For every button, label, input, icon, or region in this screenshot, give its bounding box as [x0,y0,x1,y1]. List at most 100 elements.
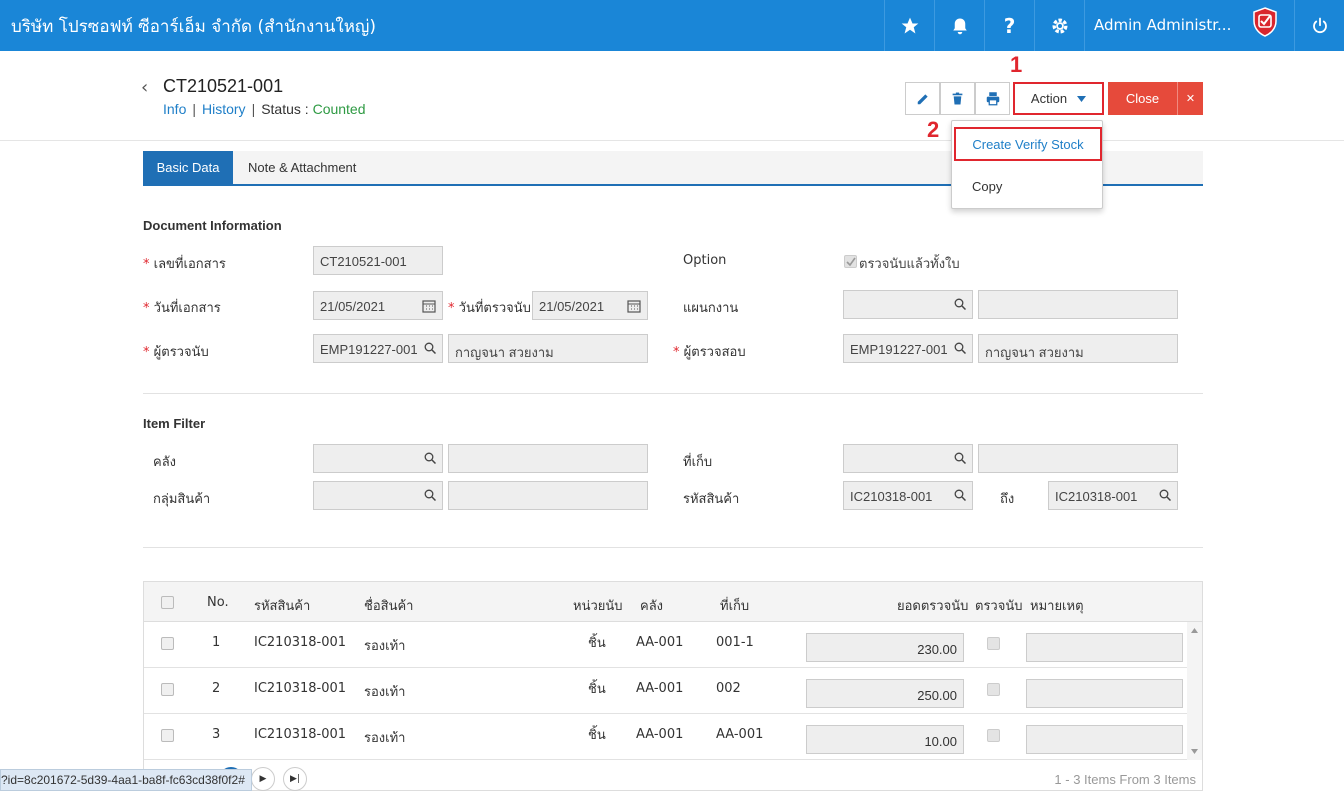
checker-code-field[interactable]: EMP191227-001 [843,334,973,363]
warehouse-name-field[interactable] [448,444,648,473]
menu-item-create-verify-stock[interactable]: Create Verify Stock [954,127,1102,161]
close-x-button[interactable]: ✕ [1177,82,1203,115]
star-icon [901,17,918,33]
product-from-field[interactable]: IC210318-001 [843,481,973,510]
header-links: Info | History | Status : Counted [163,101,366,117]
scroll-down-icon [1191,749,1198,754]
status-label: Status [261,101,301,117]
product-to-field[interactable]: IC210318-001 [1048,481,1178,510]
close-icon: ✕ [1185,92,1196,105]
row-checkbox[interactable] [161,683,174,696]
counted-checkbox[interactable] [987,729,1000,742]
calendar-icon [422,300,436,313]
search-icon [954,489,966,501]
search-icon [424,452,436,464]
help-button[interactable]: ? [984,0,1034,51]
table-row: 3 IC210318-001 รองเท้า ชิ้น AA-001 AA-00… [144,714,1187,760]
product-group-code-field[interactable] [313,481,443,510]
col-warehouse: คลัง [640,599,664,614]
count-input[interactable]: 250.00 [806,679,964,708]
col-count: ยอดตรวจนับ [897,599,969,614]
count-input[interactable]: 10.00 [806,725,964,754]
settings-button[interactable] [1034,0,1084,51]
table-row: 1 IC210318-001 รองเท้า ชิ้น AA-001 001-1… [144,622,1187,668]
section-item-filter: Item Filter [143,416,206,431]
product-group-label: กลุ่มสินค้า [153,492,211,507]
col-code: รหัสสินค้า [254,599,311,614]
trash-icon [952,92,963,105]
row-checkbox[interactable] [161,729,174,742]
counter-code-field[interactable]: EMP191227-001 [313,334,443,363]
search-icon [424,342,436,354]
counter-name-field[interactable]: กาญจนา สวยงาม [448,334,648,363]
count-input[interactable]: 230.00 [806,633,964,662]
remark-input[interactable] [1026,679,1183,708]
col-unit: หน่วยนับ [573,599,623,614]
location-name-field[interactable] [978,444,1178,473]
checker-label: * ผู้ตรวจสอบ [673,345,746,360]
col-name: ชื่อสินค้า [364,599,414,614]
history-link[interactable]: History [202,101,246,117]
scroll-up-icon [1191,628,1198,633]
page-title: CT210521-001 [163,76,284,96]
search-icon [1159,489,1171,501]
col-remark: หมายเหตุ [1030,599,1084,614]
delete-button[interactable] [940,82,975,115]
grid-footer-info: 1 - 3 Items From 3 Items [1054,772,1196,787]
close-button[interactable]: Close [1108,82,1177,115]
tab-note-attachment[interactable]: Note & Attachment [248,160,356,175]
checker-name-field[interactable]: กาญจนา สวยงาม [978,334,1178,363]
doc-date-label: * วันที่เอกสาร [143,301,221,316]
divider [143,393,1203,394]
counted-checkbox[interactable] [987,637,1000,650]
gear-icon [1052,18,1067,33]
notifications-button[interactable] [934,0,984,51]
skip-end-icon: ▶| [290,774,300,784]
doc-date-field[interactable]: 21/05/2021 [313,291,443,320]
option-checkbox-label: ตรวจนับแล้วทั้งใบ [859,257,960,272]
search-icon [954,342,966,354]
doc-no-field[interactable]: CT210521-001 [313,246,443,275]
col-no: No. [207,595,229,610]
counted-checkbox[interactable] [987,683,1000,696]
department-name-field[interactable] [978,290,1178,319]
action-button[interactable]: Action [1013,82,1104,115]
product-group-name-field[interactable] [448,481,648,510]
table-row: 2 IC210318-001 รองเท้า ชิ้น AA-001 002 2… [144,668,1187,714]
info-link[interactable]: Info [163,101,186,117]
product-code-label: รหัสสินค้า [683,492,740,507]
items-grid: No. รหัสสินค้า ชื่อสินค้า หน่วยนับ คลัง … [143,581,1203,791]
tab-basic-data[interactable]: Basic Data [143,151,233,184]
department-code-field[interactable] [843,290,973,319]
bell-icon [952,18,967,34]
calendar-icon [627,300,641,313]
question-icon: ? [1003,13,1016,38]
location-code-field[interactable] [843,444,973,473]
select-all-checkbox[interactable] [161,596,174,609]
warehouse-code-field[interactable] [313,444,443,473]
option-label: Option [683,253,727,268]
status-value: Counted [312,101,366,117]
page-next-button[interactable]: ▶ [251,767,275,791]
doc-no-label: * เลขที่เอกสาร [143,257,226,272]
remark-input[interactable] [1026,725,1183,754]
back-arrow-icon[interactable]: ‹ [141,77,148,98]
favorites-button[interactable] [884,0,934,51]
col-counted: ตรวจนับ [975,599,1023,614]
edit-button[interactable] [905,82,940,115]
menu-item-copy[interactable]: Copy [972,179,1002,194]
pencil-icon [917,93,928,104]
logout-button[interactable] [1294,0,1344,51]
print-button[interactable] [975,82,1010,115]
department-label: แผนกงาน [683,301,739,316]
section-document-information: Document Information [143,218,282,233]
row-checkbox[interactable] [161,637,174,650]
to-label: ถึง [1000,492,1015,507]
divider [143,547,1203,548]
grid-scrollbar[interactable] [1187,622,1202,760]
count-date-field[interactable]: 21/05/2021 [532,291,648,320]
page-last-button[interactable]: ▶| [283,767,307,791]
remark-input[interactable] [1026,633,1183,662]
check-icon [846,257,856,267]
shield-check-icon [1253,7,1277,37]
